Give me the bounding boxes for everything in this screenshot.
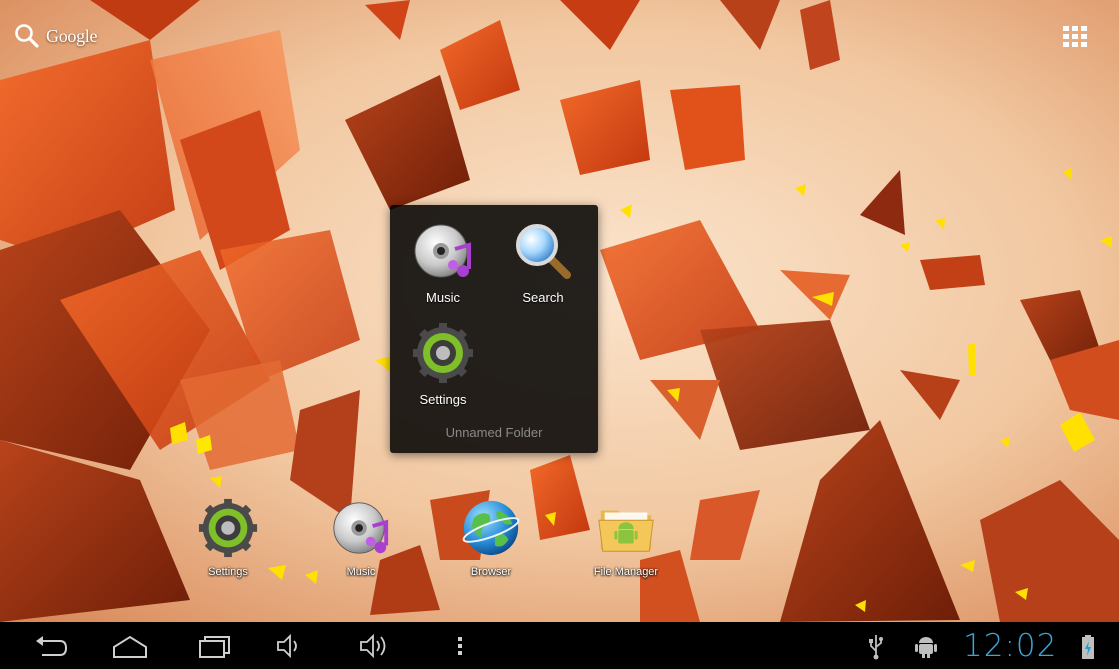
volume-up-icon[interactable] bbox=[357, 631, 393, 661]
dock-app-label: File Manager bbox=[593, 566, 659, 578]
dock-app-label: Browser bbox=[470, 566, 512, 578]
settings-icon bbox=[413, 323, 473, 383]
back-icon[interactable] bbox=[30, 631, 70, 661]
folder-app-music[interactable]: Music bbox=[398, 219, 488, 305]
folder-app-search[interactable]: Search bbox=[498, 219, 588, 305]
clock[interactable]: 12:02 bbox=[963, 626, 1057, 666]
dock-app-music[interactable]: Music bbox=[311, 497, 411, 578]
dock-app-label: Settings bbox=[208, 566, 248, 578]
file-manager-icon bbox=[598, 510, 654, 552]
folder-app-label: Music bbox=[426, 290, 460, 305]
home-icon[interactable] bbox=[108, 631, 152, 661]
dock-app-browser[interactable]: Browser bbox=[441, 497, 541, 578]
music-icon bbox=[333, 502, 389, 554]
home-screen: Google Music Search Settings Unnamed Fol… bbox=[0, 0, 1119, 669]
google-label: Google bbox=[46, 25, 98, 46]
search-icon bbox=[516, 224, 571, 279]
dock-app-file-manager[interactable]: File Manager bbox=[576, 497, 676, 578]
recent-apps-icon[interactable] bbox=[194, 631, 234, 661]
volume-down-icon[interactable] bbox=[274, 631, 304, 661]
folder-popup: Music Search Settings Unnamed Folder bbox=[390, 205, 598, 453]
folder-app-label: Search bbox=[522, 290, 564, 305]
apps-grid-icon[interactable] bbox=[1062, 23, 1094, 49]
dock-app-label: Music bbox=[346, 566, 376, 578]
settings-icon bbox=[198, 498, 258, 558]
menu-icon[interactable] bbox=[452, 631, 468, 661]
folder-name[interactable]: Unnamed Folder bbox=[390, 425, 598, 440]
music-icon bbox=[414, 224, 471, 278]
folder-app-label: Settings bbox=[419, 392, 467, 407]
usb-icon bbox=[869, 635, 883, 660]
debug-icon bbox=[915, 637, 937, 658]
system-bar: 12:02 bbox=[0, 622, 1119, 669]
browser-icon bbox=[462, 500, 520, 556]
battery-icon bbox=[1082, 635, 1094, 659]
folder-app-settings[interactable]: Settings bbox=[398, 321, 488, 407]
search-icon bbox=[15, 24, 39, 48]
google-search-bar[interactable]: Google bbox=[14, 20, 98, 52]
dock-app-settings[interactable]: Settings bbox=[178, 497, 278, 578]
